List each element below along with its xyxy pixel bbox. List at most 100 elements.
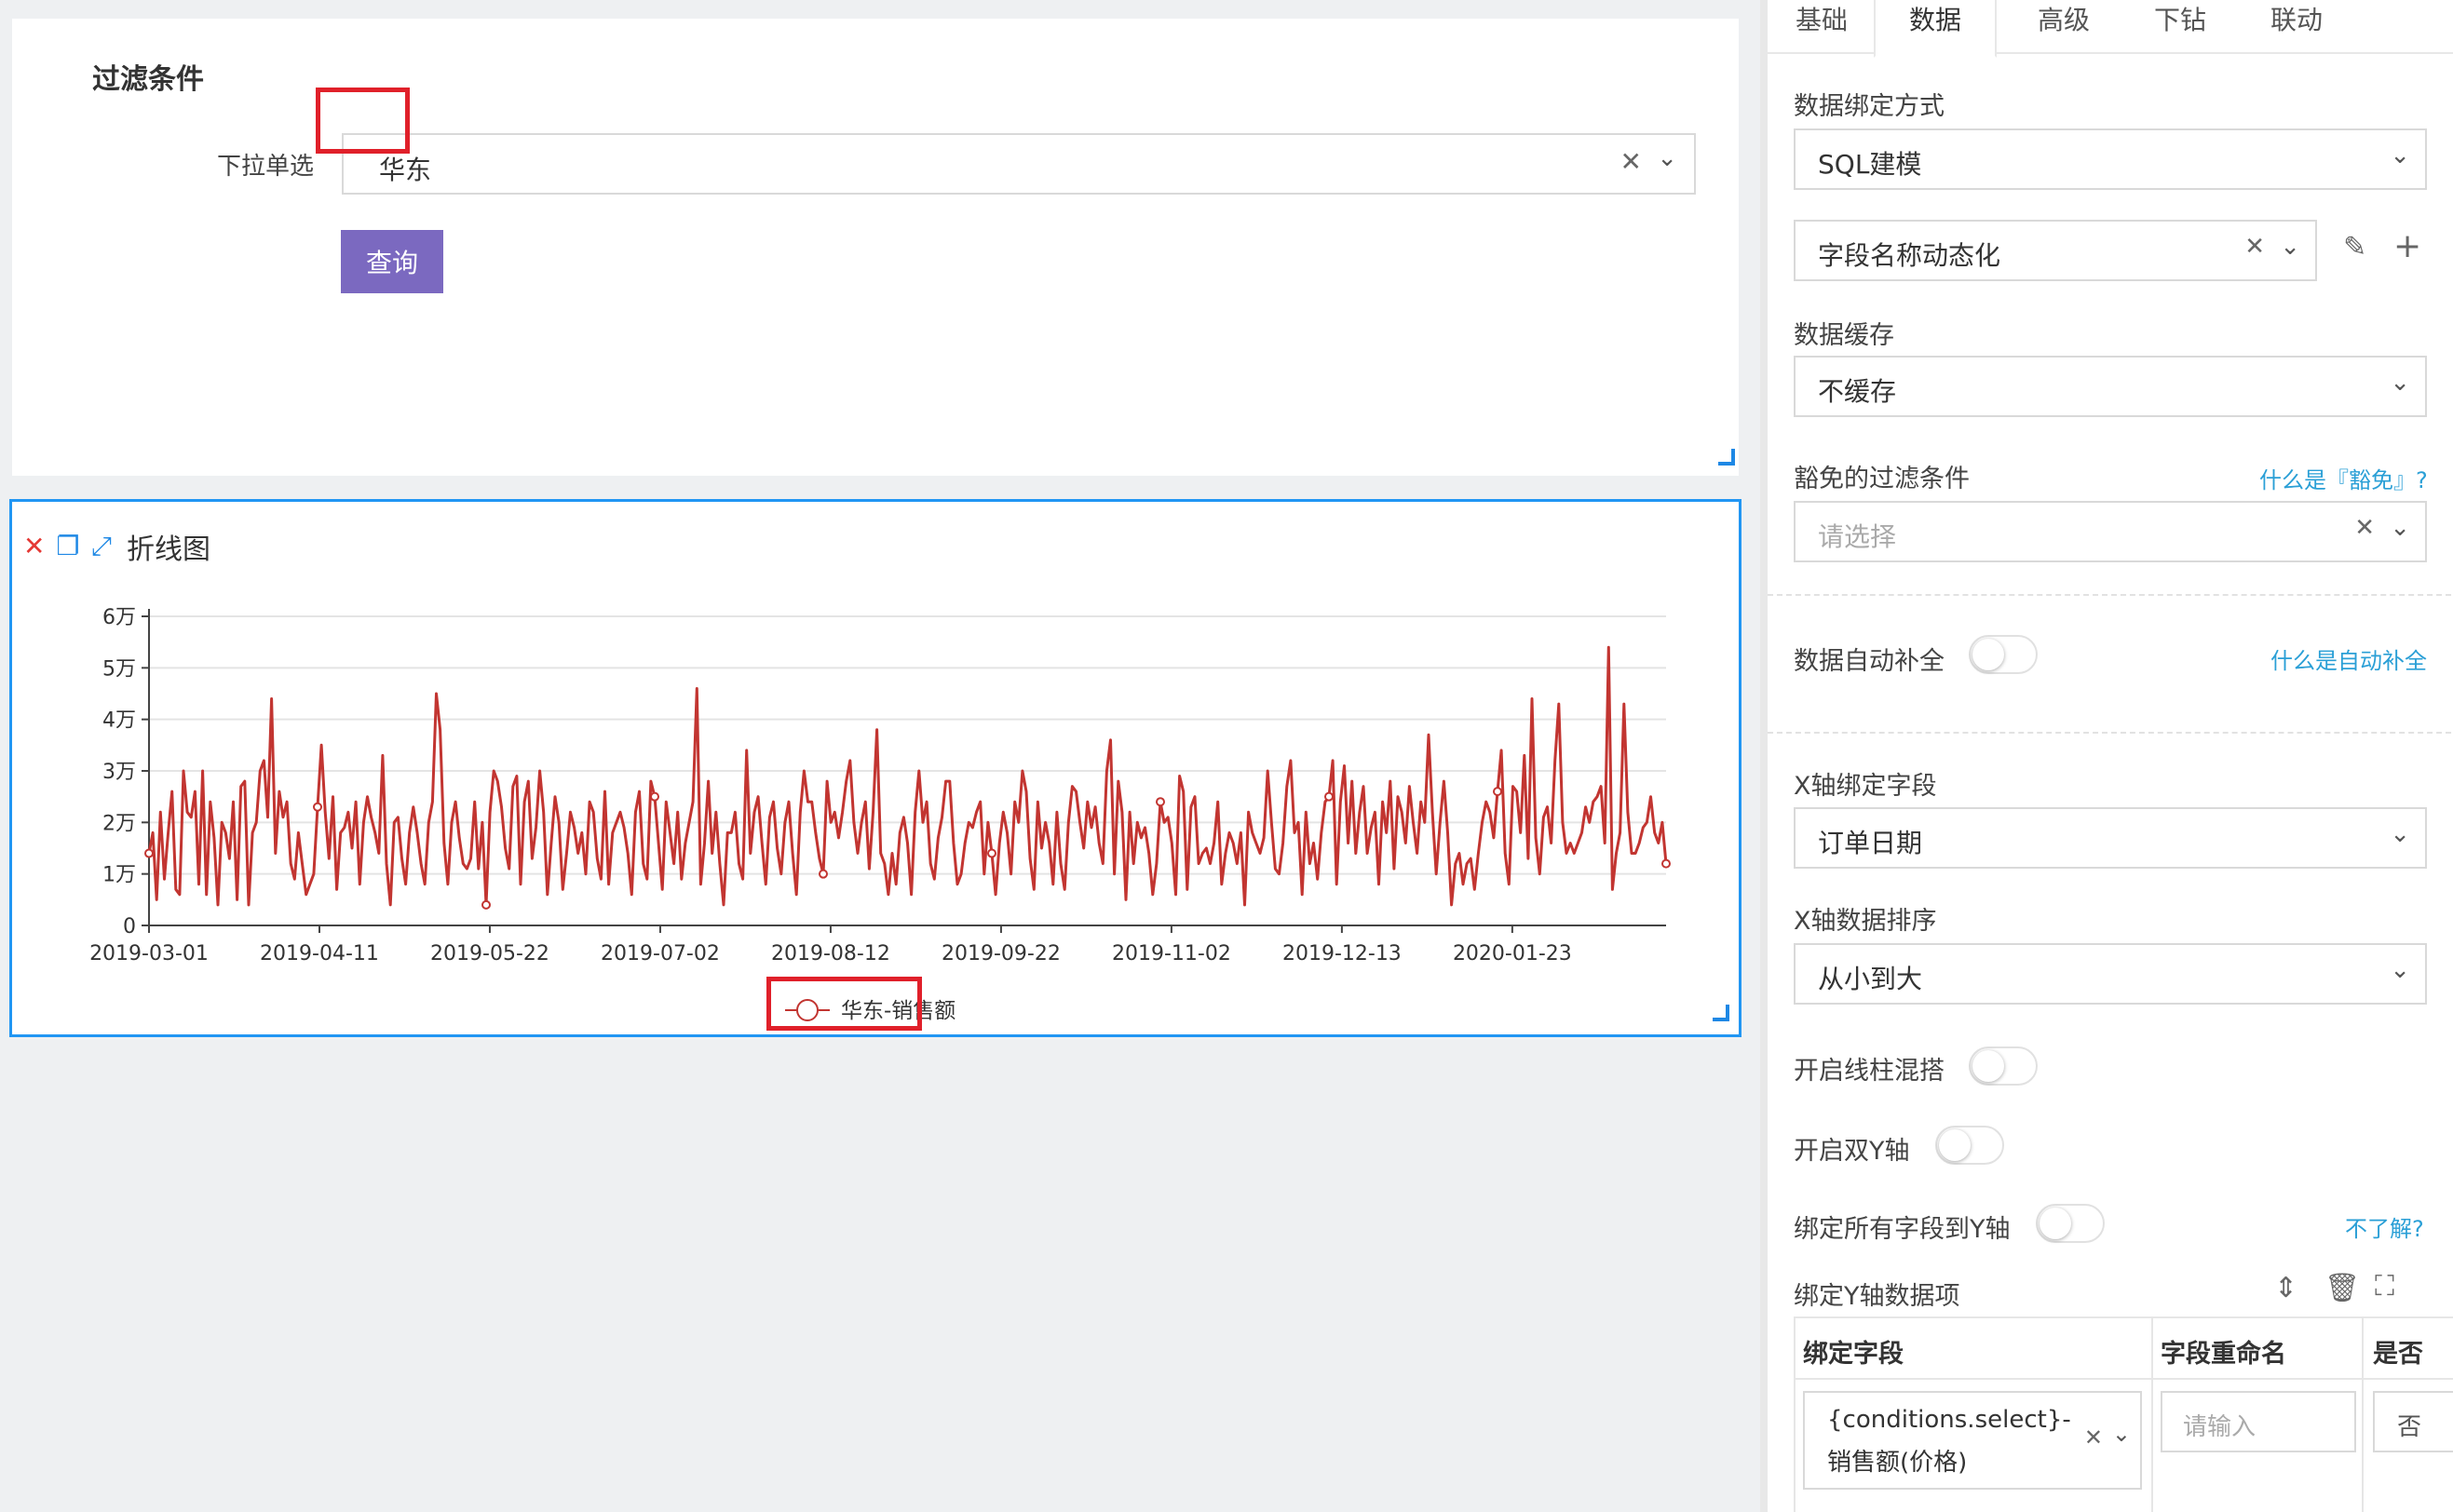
x-tick-label: 2019-09-22 — [942, 942, 1061, 965]
edit-icon[interactable]: ✎ — [2343, 231, 2366, 263]
auto-fill-toggle[interactable] — [1969, 635, 2038, 674]
table-header-rename: 字段重命名 — [2161, 1340, 2286, 1369]
tab-data[interactable]: 数据 — [1874, 0, 1998, 58]
clear-icon[interactable]: ✕ — [2244, 233, 2265, 261]
x-sort-select[interactable]: 从小到大 ⌄ — [1794, 943, 2427, 1005]
table-divider — [2151, 1318, 2153, 1512]
y-tick-label: 0 — [123, 915, 136, 938]
x-tick-label: 2019-03-01 — [89, 942, 209, 965]
dropdown-label: 下拉单选 — [217, 153, 315, 181]
rename-input[interactable]: 请输入 — [2161, 1391, 2356, 1452]
y-items-table: 绑定字段 字段重命名 是否 {conditions.select}- 销售额(价… — [1794, 1316, 2453, 1512]
query-button[interactable]: 查询 — [341, 230, 443, 293]
filter-title: 过滤条件 — [92, 63, 204, 96]
line-chart-panel[interactable]: ✕ ❐ ⤢ 折线图 0 1万 2万 3万 4万 5万 6万 2019-03-01 2019-04… — [9, 499, 1741, 1037]
table-divider — [1794, 1318, 1796, 1512]
resize-handle[interactable] — [1718, 449, 1735, 466]
clear-icon[interactable]: ✕ — [2084, 1424, 2103, 1451]
tab-linkage[interactable]: 联动 — [2270, 0, 2323, 37]
dual-y-toggle[interactable] — [1935, 1126, 2004, 1165]
x-tick-label: 2019-12-13 — [1282, 942, 1402, 965]
y-items-label: 绑定Y轴数据项 — [1794, 1282, 1960, 1311]
x-tick-label: 2020-01-23 — [1453, 942, 1572, 965]
flag-select[interactable]: 否 — [2373, 1391, 2453, 1452]
flag-value: 否 — [2397, 1413, 2422, 1441]
tab-basic[interactable]: 基础 — [1796, 0, 1848, 37]
mix-chart-label: 开启线柱混搭 — [1794, 1057, 1945, 1086]
series-line — [147, 645, 1668, 907]
auto-fill-label: 数据自动补全 — [1794, 647, 1945, 676]
tab-advanced[interactable]: 高级 — [2038, 0, 2090, 37]
x-field-label: X轴绑定字段 — [1794, 772, 1937, 801]
y-tick-label: 4万 — [102, 709, 136, 733]
mix-chart-toggle[interactable] — [1969, 1046, 2038, 1086]
highlight-box-legend — [766, 977, 922, 1031]
y-tick-label: 3万 — [102, 761, 136, 784]
data-point — [819, 869, 828, 879]
cache-label: 数据缓存 — [1794, 321, 1894, 350]
line-chart: 0 1万 2万 3万 4万 5万 6万 2019-03-01 2019-04-11 2019-05… — [89, 606, 1671, 1023]
exempt-filter-help-link[interactable]: 什么是『豁免』? — [2259, 462, 2428, 494]
divider — [1768, 732, 2453, 734]
field-line-2: 销售额(价格) — [1827, 1449, 1968, 1477]
data-point — [313, 802, 322, 812]
x-tick-label: 2019-08-12 — [771, 942, 890, 965]
resize-handle[interactable] — [1713, 1005, 1729, 1021]
rename-placeholder: 请输入 — [2183, 1413, 2256, 1441]
exempt-filter-select[interactable]: 请选择 ✕ ⌄ — [1794, 501, 2427, 562]
config-panel: 基础 数据 高级 下钻 联动 数据绑定方式 SQL建模 ⌄ 字段名称动态化 ✕ … — [1760, 0, 2453, 1512]
data-point — [1156, 797, 1165, 807]
clear-icon[interactable]: ✕ — [1620, 146, 1642, 177]
trash-icon[interactable]: 🗑 — [2324, 1272, 2360, 1304]
data-point — [1493, 787, 1502, 797]
dual-y-label: 开启双Y轴 — [1794, 1137, 1910, 1166]
chevron-down-icon: ⌄ — [2390, 514, 2410, 542]
exempt-filter-label: 豁免的过滤条件 — [1794, 465, 1970, 493]
x-tick-label: 2019-04-11 — [260, 942, 379, 965]
region-select[interactable]: 华东 ✕ ⌄ — [342, 133, 1696, 195]
x-tick-label: 2019-07-02 — [601, 942, 720, 965]
cache-value: 不缓存 — [1818, 376, 1897, 407]
table-header-flag: 是否 — [2373, 1340, 2423, 1369]
y-tick-label: 5万 — [102, 657, 136, 681]
binding-mode-select[interactable]: SQL建模 ⌄ — [1794, 128, 2427, 190]
chevron-down-icon: ⌄ — [2390, 820, 2410, 848]
data-point — [481, 899, 491, 910]
table-divider — [1794, 1378, 2453, 1380]
field-select[interactable]: {conditions.select}- 销售额(价格) ✕ ⌄ — [1803, 1391, 2142, 1490]
clear-icon[interactable]: ✕ — [2354, 514, 2375, 542]
x-sort-value: 从小到大 — [1818, 964, 1923, 994]
x-tick-label: 2019-05-22 — [430, 942, 549, 965]
bind-all-label: 绑定所有字段到Y轴 — [1794, 1215, 2011, 1244]
sort-icon[interactable]: ⇕ — [2274, 1272, 2297, 1304]
chevron-down-icon[interactable]: ⌄ — [1657, 144, 1677, 172]
y-tick-label: 1万 — [102, 864, 136, 887]
chevron-down-icon: ⌄ — [2390, 142, 2410, 169]
tab-drilldown[interactable]: 下钻 — [2154, 0, 2206, 37]
exempt-filter-placeholder: 请选择 — [1818, 521, 1897, 552]
field-line-1: {conditions.select}- — [1827, 1406, 2071, 1434]
dataset-select[interactable]: 字段名称动态化 ✕ ⌄ — [1794, 220, 2317, 281]
filter-panel: 过滤条件 下拉单选 华东 ✕ ⌄ 查询 — [12, 19, 1739, 476]
table-header-field: 绑定字段 — [1803, 1340, 1904, 1369]
add-icon[interactable]: + — [2393, 227, 2421, 265]
data-point — [144, 848, 154, 858]
divider — [1768, 594, 2453, 596]
data-point — [1324, 791, 1334, 802]
binding-mode-value: SQL建模 — [1818, 149, 1922, 180]
fullscreen-icon[interactable]: ⛶ — [2375, 1270, 2394, 1303]
dataset-value: 字段名称动态化 — [1818, 240, 2001, 271]
x-field-value: 订单日期 — [1818, 828, 1923, 858]
x-field-select[interactable]: 订单日期 ⌄ — [1794, 807, 2427, 869]
bind-all-help-link[interactable]: 不了解? — [2345, 1210, 2424, 1243]
binding-mode-label: 数据绑定方式 — [1794, 92, 1945, 121]
bind-all-toggle[interactable] — [2036, 1204, 2105, 1243]
data-point — [650, 791, 659, 802]
y-tick-label: 2万 — [102, 812, 136, 835]
tab-bar: 基础 数据 高级 下钻 联动 — [1768, 0, 2453, 58]
chevron-down-icon[interactable]: ⌄ — [2112, 1421, 2131, 1447]
chevron-down-icon: ⌄ — [2280, 233, 2300, 261]
auto-fill-help-link[interactable]: 什么是自动补全 — [2270, 642, 2427, 675]
cache-select[interactable]: 不缓存 ⌄ — [1794, 356, 2427, 417]
data-point — [987, 848, 996, 858]
